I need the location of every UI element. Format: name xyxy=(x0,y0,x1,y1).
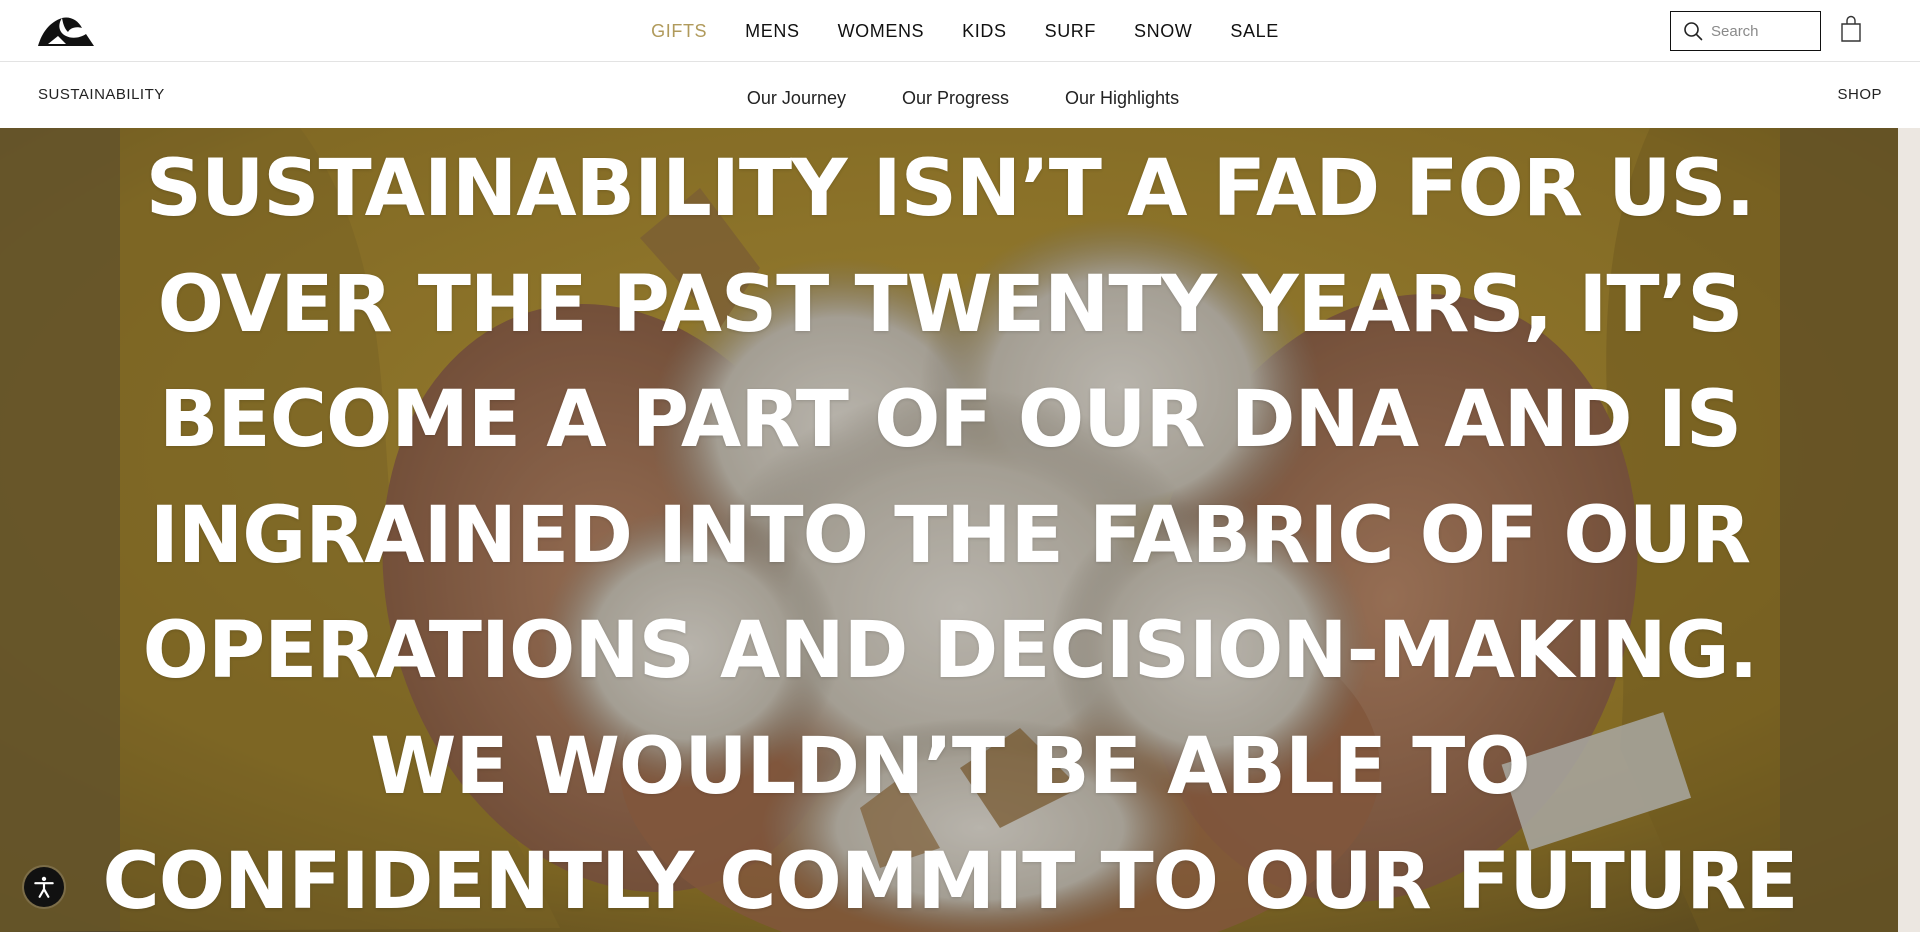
hero-line: SUSTAINABILITY ISN’T A FAD FOR US. xyxy=(145,144,1755,234)
nav-surf[interactable]: SURF xyxy=(1045,21,1096,42)
hero-statement: SUSTAINABILITY ISN’T A FAD FOR US. OVER … xyxy=(0,128,1900,932)
page-scrollbar[interactable] xyxy=(1898,128,1920,932)
hero-line: WE WOULDN’T BE ABLE TO xyxy=(370,721,1530,812)
shopping-bag-icon[interactable] xyxy=(1840,15,1862,43)
hero-banner: SUSTAINABILITY ISN’T A FAD FOR US. OVER … xyxy=(0,128,1920,932)
hero-line: BECOME A PART OF OUR DNA AND IS xyxy=(158,375,1742,465)
sustainability-subnav: SUSTAINABILITY Our Journey Our Progress … xyxy=(0,62,1920,128)
nav-gifts[interactable]: GIFTS xyxy=(651,21,707,42)
subnav-our-journey[interactable]: Our Journey xyxy=(747,82,846,109)
nav-mens[interactable]: MENS xyxy=(745,21,799,42)
subnav-our-highlights[interactable]: Our Highlights xyxy=(1065,82,1179,109)
accessibility-button[interactable] xyxy=(24,867,64,907)
hero-line: CONFIDENTLY COMMIT TO OUR FUTURE xyxy=(102,837,1798,927)
main-nav: GIFTS MENS WOMENS KIDS SURF SNOW SALE xyxy=(0,0,1920,62)
nav-womens[interactable]: WOMENS xyxy=(838,21,925,42)
hero-line: INGRAINED INTO THE FABRIC OF OUR xyxy=(149,490,1751,581)
hero-line: OPERATIONS AND DECISION-MAKING. xyxy=(142,606,1759,696)
subnav-links: Our Journey Our Progress Our Highlights xyxy=(0,62,1920,128)
search-input[interactable] xyxy=(1709,21,1813,41)
nav-sale[interactable]: SALE xyxy=(1230,21,1278,42)
top-header: GIFTS MENS WOMENS KIDS SURF SNOW SALE xyxy=(0,0,1920,62)
search-icon[interactable] xyxy=(1683,21,1703,41)
nav-snow[interactable]: SNOW xyxy=(1134,21,1192,42)
shop-link[interactable]: SHOP xyxy=(1837,86,1882,103)
search-box[interactable] xyxy=(1670,11,1821,51)
hero-line: OVER THE PAST TWENTY YEARS, IT’S xyxy=(157,259,1744,350)
accessibility-person-icon xyxy=(34,876,54,898)
subnav-our-progress[interactable]: Our Progress xyxy=(902,82,1009,109)
nav-kids[interactable]: KIDS xyxy=(962,21,1006,42)
